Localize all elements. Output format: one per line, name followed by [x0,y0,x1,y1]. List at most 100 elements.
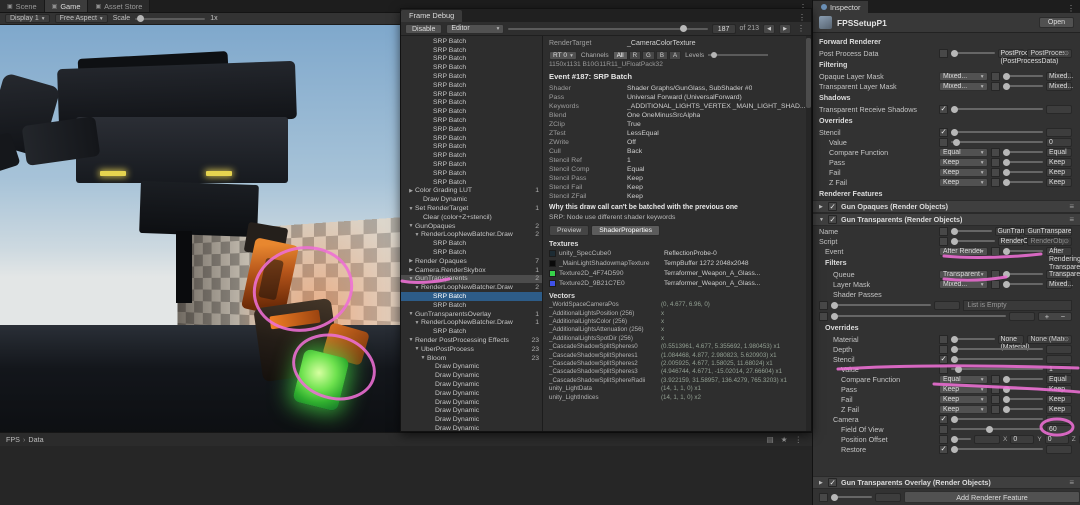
slider-knob[interactable] [951,335,958,343]
slider-value-field[interactable]: After Rendering Transparents [1046,246,1080,271]
dropdown[interactable]: Keep [939,394,988,404]
slider-knob[interactable] [951,49,958,57]
slider-value-field[interactable]: Mixed... [1046,279,1073,289]
slider-value-field[interactable]: Equal [1046,147,1072,157]
checkbox[interactable] [939,424,948,434]
slider-value-field[interactable]: GunTransparents [994,226,1051,236]
slider-knob[interactable] [954,365,962,373]
drag-handle-icon[interactable]: ≡ [1069,478,1074,487]
text-field[interactable]: GunTransparents [1023,226,1072,236]
texture-row[interactable]: Texture2D_4F74D590 Terraformer_Weapon_A_… [549,269,806,279]
inspector-row[interactable]: Value 1 1 1⊙ 1 X Y Z Value [813,364,1080,374]
checkbox[interactable] [990,147,1000,157]
inspector-row[interactable]: Z Fail Keep Keep Keep⊙ Keep X Y Z Z [813,404,1080,414]
channel-button[interactable]: All [612,50,628,60]
object-field[interactable]: RenderObjects⊙ [1026,236,1072,246]
foldout-arrow-icon[interactable]: ▼ [407,337,415,343]
frame-event-row[interactable]: ▼ GunTransparentsOverlay 1 [401,310,542,319]
feature-enabled-checkbox[interactable] [828,215,837,224]
dropdown[interactable]: Mixed... [939,81,988,91]
slider-value-field[interactable] [1009,311,1035,321]
frame-event-row[interactable]: SRP Batch [401,99,542,108]
frame-event-row[interactable]: Draw Dynamic [401,371,542,380]
slider[interactable] [831,493,872,501]
frame-event-row[interactable]: ▼ RenderLoopNewBatcher.Draw 2 [401,283,542,292]
slider-value-field[interactable]: Mixed... [1046,71,1073,81]
slider[interactable] [951,128,1043,136]
checkbox[interactable] [990,177,1000,187]
frame-event-row[interactable]: SRP Batch [401,63,542,72]
object-field[interactable]: PostProcessData (PostProcessData)⊙ [1026,48,1072,58]
frame-event-row[interactable]: Draw Dynamic [401,389,542,398]
frame-event-row[interactable]: SRP Batch [401,72,542,81]
menu-icon[interactable]: ⋮ [795,435,803,444]
inspector-row[interactable]: Restore ⊙ X Y Z Restore [813,444,1080,454]
frame-event-row[interactable]: SRP Batch [401,301,542,310]
slider[interactable] [1002,168,1043,176]
frame-event-row[interactable]: SRP Batch [401,55,542,64]
inspector-row[interactable]: Stencil ⊙ X Y Z Stencil [813,127,1080,137]
texture-row[interactable]: Texture2D_9B21C7E0 Terraformer_Weapon_A_… [549,279,806,289]
dropdown[interactable]: Mixed... [939,71,988,81]
slider-value-field[interactable]: PostProcessData (PostProcessData) [997,48,1058,65]
inspector-row[interactable]: Camera ⊙ X Y Z Camera [813,414,1080,424]
inspector-row[interactable]: Field Of View 60 60 60⊙ 60 X Y Z Fi [813,424,1080,434]
inspector-row[interactable]: Script RenderObjects RenderObjects Rende… [813,236,1080,246]
inspector-row[interactable]: Shader Passes ⊙ X Y Z Shader Pas [813,289,1080,299]
slider-knob[interactable] [951,227,958,235]
channel-button[interactable]: A [669,50,682,60]
checkbox[interactable] [990,246,1000,256]
slider-knob[interactable] [1002,178,1010,186]
slider[interactable] [1002,385,1043,393]
slider-value-field[interactable] [933,300,960,310]
slider-value-field[interactable]: RenderObjects [997,236,1046,246]
dropdown[interactable]: Keep [939,404,988,414]
slider-value-field[interactable]: Keep [1046,404,1072,414]
checkbox[interactable] [990,269,1000,279]
inspector-row[interactable]: Pass Keep Keep Keep⊙ Keep X Y Z Pas [813,157,1080,167]
inspector-row[interactable]: Add Renderer Feature ⊙ X Y Z Add [813,489,1080,505]
slider[interactable] [951,345,1043,353]
slider-value-field[interactable]: Keep [1046,177,1072,187]
menu-icon[interactable]: ⋮ [795,24,807,33]
slider-knob[interactable] [1002,168,1010,176]
slider[interactable] [1002,72,1043,80]
frame-event-row[interactable]: ▼ Render PostProcessing Effects 23 [401,336,542,345]
feature-enabled-checkbox[interactable] [828,202,837,211]
slider-knob[interactable] [951,345,958,353]
foldout-arrow-icon[interactable]: ▼ [407,276,415,282]
inspector-row[interactable]: Overrides ⊙ X Y Z Overrides [813,114,1080,127]
breadcrumb-root[interactable]: FPS [6,435,20,444]
remove-button[interactable]: − [1061,312,1065,321]
drag-handle-icon[interactable]: ≡ [1069,202,1074,211]
view-tab[interactable]: ▣ Game [44,0,89,12]
inspector-row[interactable]: Z Fail Keep Keep Keep⊙ Keep X Y Z Z [813,177,1080,187]
frame-event-row[interactable]: SRP Batch [401,248,542,257]
slider[interactable] [951,105,1043,113]
checkbox[interactable] [939,104,948,114]
inspector-row[interactable]: Shadows ⊙ X Y Z Shadows [813,91,1080,104]
foldout-arrow-icon[interactable]: ▶ [819,204,828,210]
slider-knob[interactable] [1002,148,1010,156]
slider[interactable] [1002,148,1043,156]
checkbox[interactable] [990,167,1000,177]
slider-value-field[interactable]: Mixed... [1046,81,1073,91]
frame-debug-tab[interactable]: Frame Debug [401,10,463,22]
frame-event-tree[interactable]: SRP Batch SRP Batch SRP Batch SRP Batch … [401,36,543,431]
slider-knob[interactable] [831,312,838,320]
frame-slider-knob[interactable] [679,24,687,32]
dropdown[interactable]: Keep [939,177,988,187]
frame-current-field[interactable]: 187 [711,23,736,34]
checkbox[interactable] [939,334,948,344]
frame-event-row[interactable]: SRP Batch [401,327,542,336]
slider-knob[interactable] [1002,375,1010,383]
slider[interactable] [951,138,1043,146]
foldout-arrow-icon[interactable]: ▼ [407,223,415,229]
slider-knob[interactable] [985,425,993,433]
slider-knob[interactable] [1002,72,1010,80]
foldout-arrow-icon[interactable]: ▼ [413,232,421,238]
slider[interactable] [951,49,995,57]
frame-event-row[interactable]: Draw Dynamic [401,362,542,371]
inspector-row[interactable]: Post Process Data PostProcessData (PostP… [813,48,1080,65]
slider[interactable] [1002,178,1043,186]
